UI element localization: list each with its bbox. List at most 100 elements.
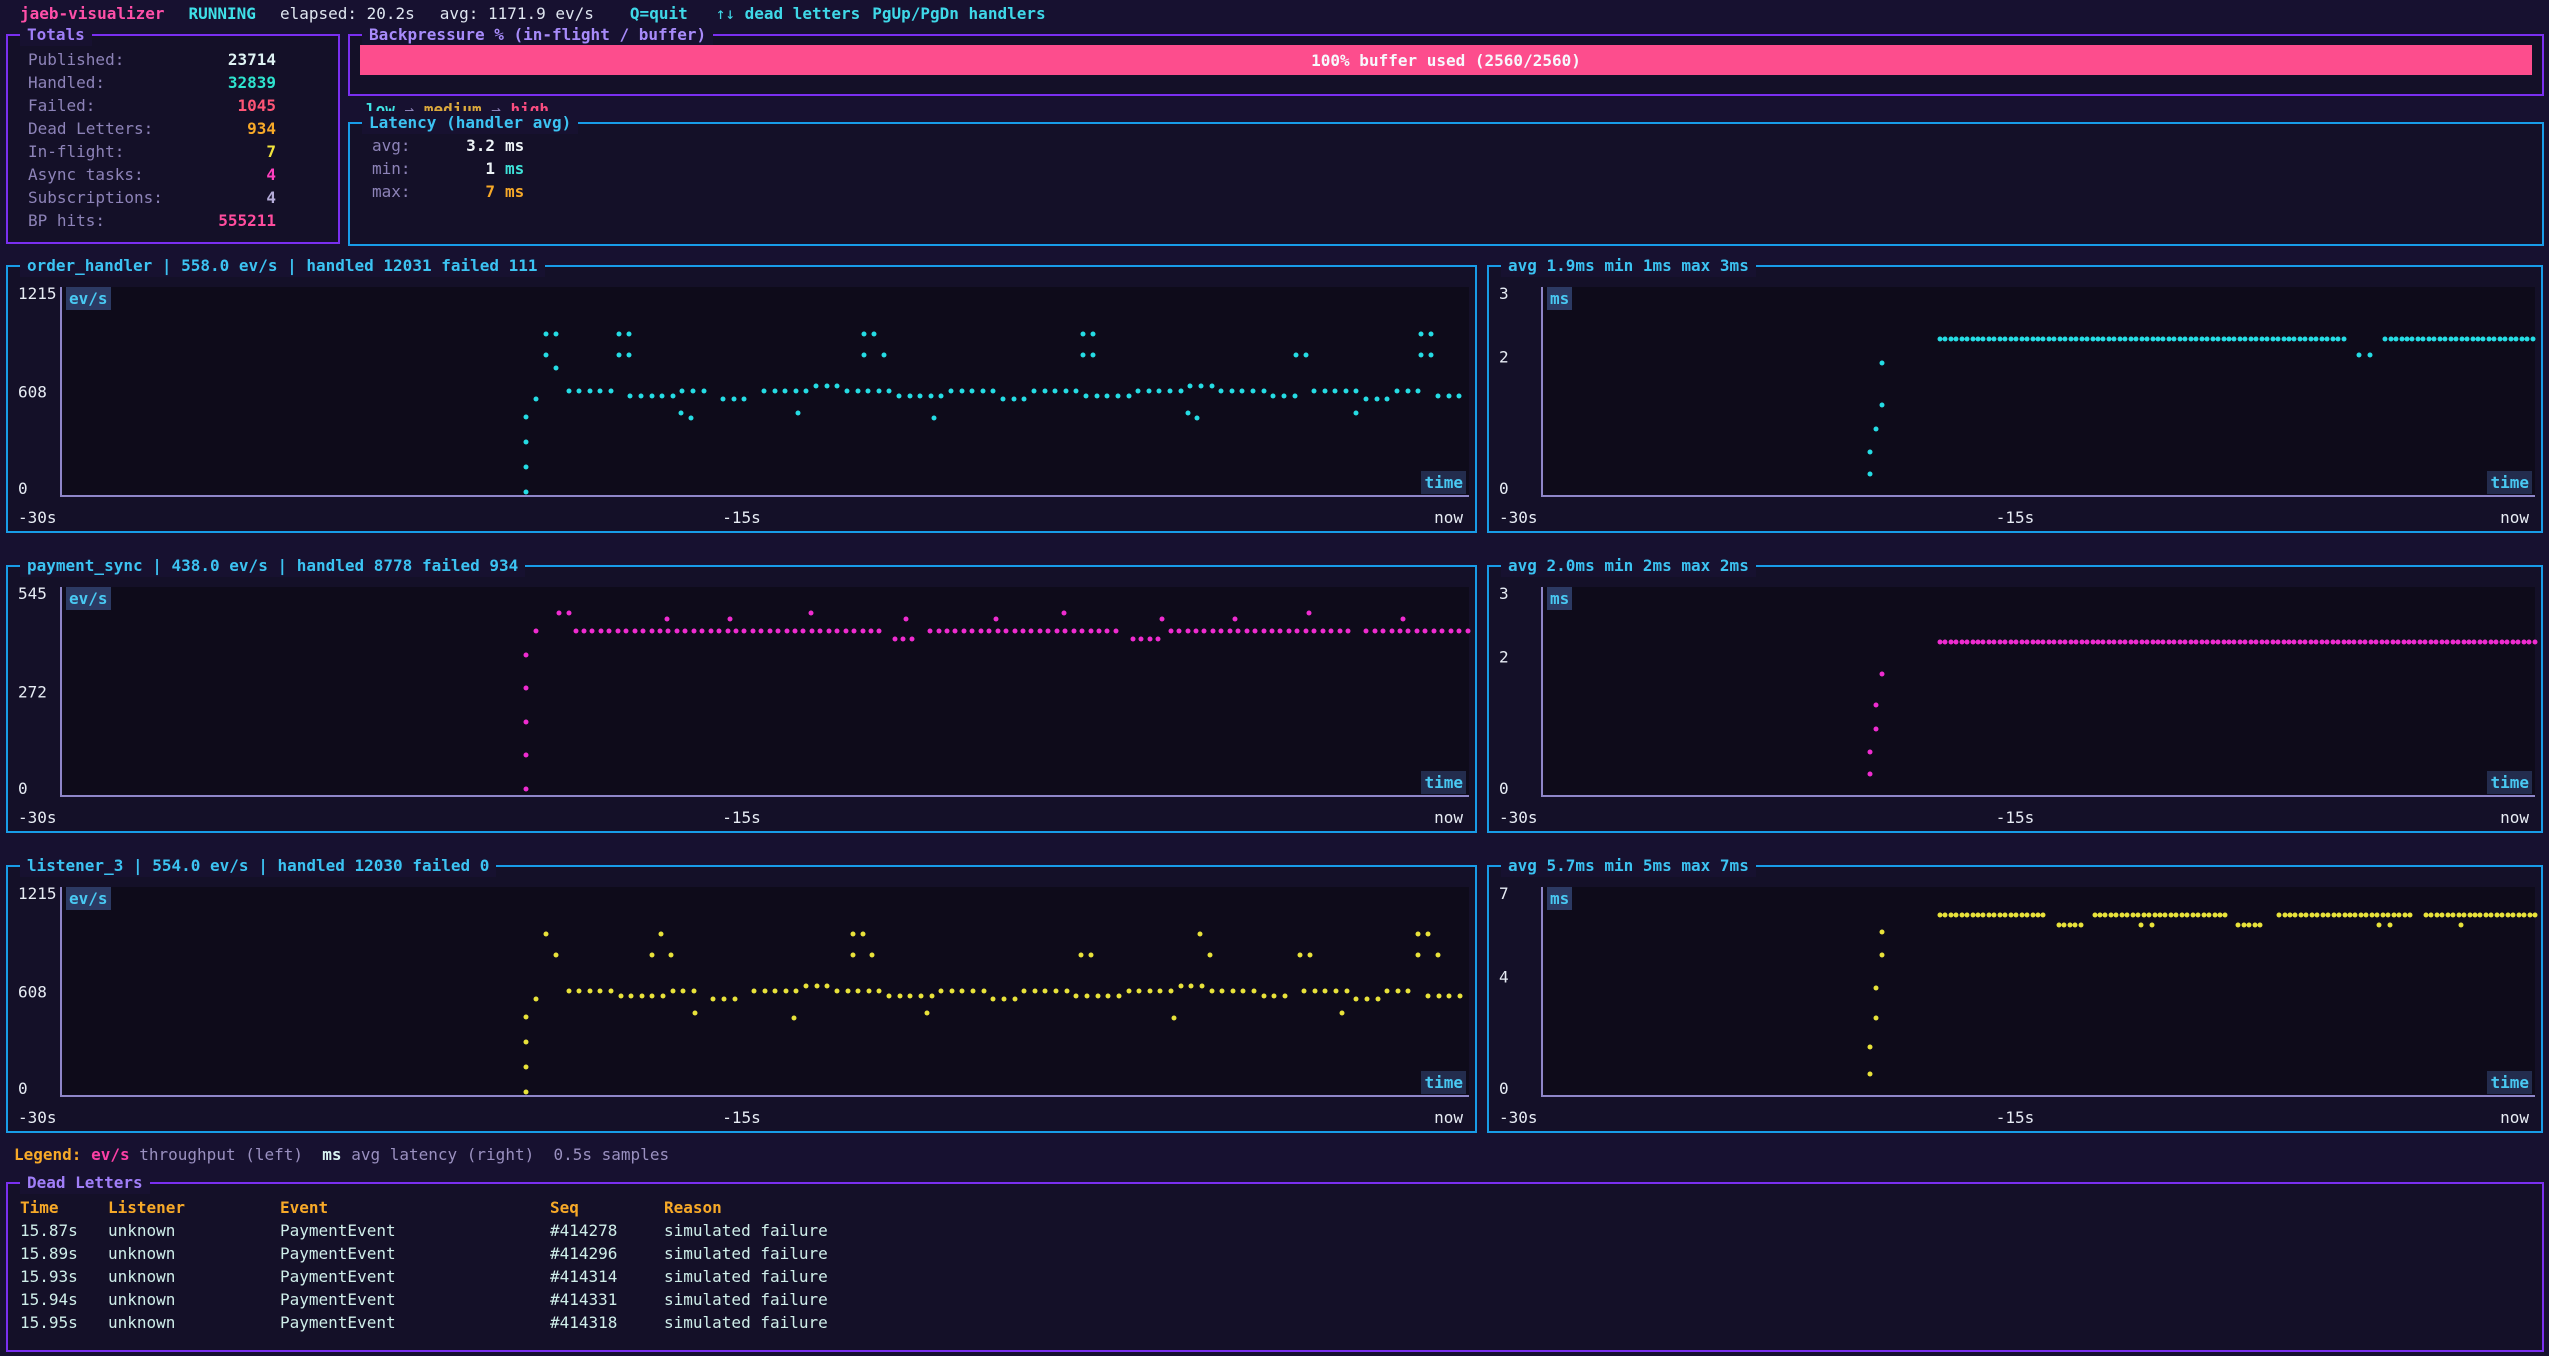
data-point — [2470, 337, 2475, 342]
y-axis: 5452720 — [18, 587, 58, 797]
data-point — [1333, 388, 1338, 393]
data-point — [1981, 337, 1986, 342]
data-point — [2519, 337, 2524, 342]
data-point — [2533, 913, 2538, 918]
chart-payment-sync-latency: avg 2.0ms min 2ms max 2ms 320 ms time -3… — [1487, 565, 2543, 833]
data-point — [1440, 628, 1445, 633]
data-point — [1431, 628, 1436, 633]
data-point — [2052, 640, 2057, 645]
data-point — [1874, 986, 1879, 991]
scroll-dead-letters-hint[interactable]: ↑↓ dead letters — [716, 2, 861, 25]
data-point — [2368, 352, 2373, 357]
data-point — [2357, 640, 2362, 645]
data-point — [1281, 394, 1286, 399]
data-point — [1364, 996, 1369, 1001]
data-point — [608, 988, 613, 993]
data-point — [717, 628, 722, 633]
data-point — [2402, 913, 2407, 918]
data-point — [2221, 640, 2226, 645]
data-point — [2304, 913, 2309, 918]
data-point — [524, 719, 529, 724]
stat-value: 32839 — [118, 71, 276, 94]
data-point — [732, 996, 737, 1001]
data-point — [2341, 337, 2346, 342]
cell-time: 15.93s — [20, 1265, 108, 1288]
chart-listener-3-latency: avg 5.7ms min 5ms max 7ms 740 ms time -3… — [1487, 865, 2543, 1133]
y-tick: 1215 — [18, 882, 57, 905]
data-point — [2303, 337, 2308, 342]
data-point — [1295, 628, 1300, 633]
data-point — [1012, 996, 1017, 1001]
data-point — [901, 637, 906, 642]
data-point — [1426, 932, 1431, 937]
data-point — [835, 383, 840, 388]
data-point — [995, 628, 1000, 633]
data-point — [1880, 671, 1885, 676]
data-point — [731, 396, 736, 401]
data-point — [2319, 640, 2324, 645]
data-point — [2408, 913, 2413, 918]
x-tick: -15s — [722, 506, 761, 529]
latency-unit: ms — [505, 180, 524, 203]
chart-title: avg 2.0ms min 2ms max 2ms — [1501, 554, 1756, 577]
data-point — [2374, 640, 2379, 645]
data-point — [1374, 396, 1379, 401]
data-point — [2212, 913, 2217, 918]
data-point — [2510, 640, 2515, 645]
data-point — [2114, 913, 2119, 918]
data-point — [2461, 640, 2466, 645]
data-point — [1261, 994, 1266, 999]
data-point — [2475, 337, 2480, 342]
cell-time: 15.87s — [20, 1219, 108, 1242]
data-point — [2336, 640, 2341, 645]
data-point — [2319, 337, 2324, 342]
data-point — [2450, 640, 2455, 645]
data-point — [1105, 628, 1110, 633]
data-point — [2514, 337, 2519, 342]
y-tick: 4 — [1499, 966, 1509, 989]
data-point — [994, 617, 999, 622]
data-point — [2019, 913, 2024, 918]
data-point — [2357, 352, 2362, 357]
plot-area: ms time — [1541, 887, 2535, 1097]
data-point — [759, 628, 764, 633]
data-point — [776, 628, 781, 633]
data-point — [2281, 337, 2286, 342]
data-point — [2101, 337, 2106, 342]
data-point — [877, 628, 882, 633]
data-point — [2516, 640, 2521, 645]
x-axis: -30s-15snow — [1489, 1106, 2541, 1129]
data-point — [1334, 988, 1339, 993]
data-point — [2067, 923, 2072, 928]
data-point — [556, 610, 561, 615]
data-point — [553, 366, 558, 371]
data-point — [773, 988, 778, 993]
data-point — [2172, 337, 2177, 342]
stat-row: BP hits:555211 — [8, 209, 338, 232]
data-point — [2483, 640, 2488, 645]
latency-panel-title: Latency (handler avg) — [362, 111, 578, 134]
handlers-paging-hint[interactable]: PgUp/PgDn handlers — [872, 2, 1045, 25]
data-point — [861, 352, 866, 357]
data-point — [608, 388, 613, 393]
data-point — [1178, 983, 1183, 988]
data-point — [725, 628, 730, 633]
data-point — [1986, 640, 1991, 645]
data-point — [2410, 337, 2415, 342]
data-point — [2188, 337, 2193, 342]
x-tick: -15s — [1996, 1106, 2035, 1129]
data-point — [2063, 640, 2068, 645]
data-point — [617, 352, 622, 357]
data-point — [752, 988, 757, 993]
x-tick: now — [1434, 806, 1463, 829]
data-point — [2423, 640, 2428, 645]
data-point — [615, 628, 620, 633]
data-point — [742, 628, 747, 633]
data-point — [1436, 994, 1441, 999]
data-point — [1088, 952, 1093, 957]
quit-hint[interactable]: Q=quit — [630, 2, 688, 25]
data-point — [701, 388, 706, 393]
data-point — [2057, 640, 2062, 645]
data-point — [1210, 628, 1215, 633]
data-point — [2139, 923, 2144, 928]
